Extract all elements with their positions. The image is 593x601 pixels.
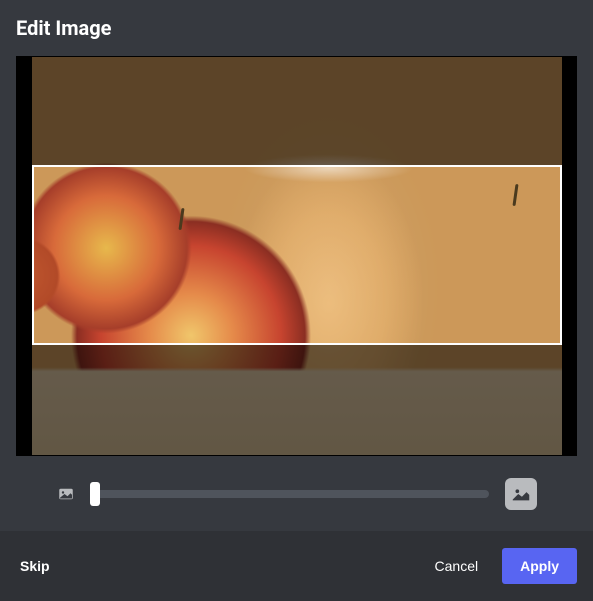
image-preview[interactable] (32, 57, 562, 455)
crop-mask-top (32, 57, 562, 165)
zoom-slider[interactable] (92, 490, 489, 498)
zoom-slider-row (0, 478, 593, 510)
apply-button[interactable]: Apply (502, 548, 577, 584)
crop-mask-bottom (32, 345, 562, 455)
image-crop-area[interactable] (16, 56, 577, 456)
dialog-title: Edit Image (16, 16, 577, 40)
zoom-slider-thumb[interactable] (90, 482, 100, 506)
dialog-footer: Skip Cancel Apply (0, 531, 593, 601)
dialog-header: Edit Image (0, 0, 593, 48)
edit-image-dialog: Edit Image (0, 0, 593, 601)
image-small-icon (56, 484, 76, 504)
cancel-button[interactable]: Cancel (419, 548, 495, 584)
image-large-icon (505, 478, 537, 510)
skip-button[interactable]: Skip (16, 550, 54, 582)
